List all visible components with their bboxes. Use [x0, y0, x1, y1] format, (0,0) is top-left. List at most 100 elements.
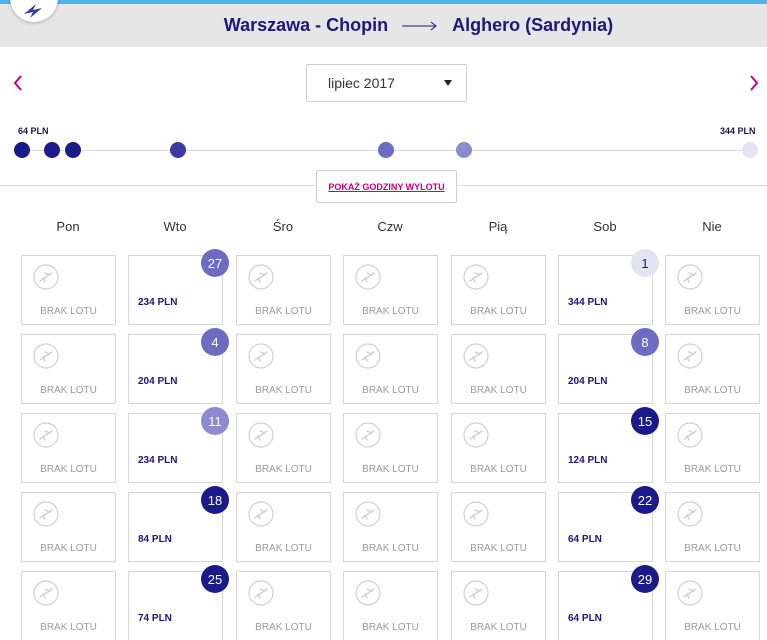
no-flight-label: BRAK LOTU	[255, 385, 312, 396]
no-flight-cell: BRAK LOTU	[665, 255, 760, 325]
flight-price: 344 PLN	[568, 297, 608, 308]
no-flight-label: BRAK LOTU	[40, 622, 97, 633]
no-flight-label: BRAK LOTU	[40, 385, 97, 396]
plane-icon	[463, 422, 489, 448]
plane-icon	[33, 580, 59, 606]
no-flight-label: BRAK LOTU	[684, 464, 741, 475]
weekday-wed: Śro	[272, 219, 294, 234]
plane-icon	[355, 343, 381, 369]
flight-price: 74 PLN	[138, 613, 172, 624]
no-flight-cell: BRAK LOTU	[343, 255, 438, 325]
caret-down-icon	[444, 80, 452, 86]
price-dot	[378, 142, 394, 158]
previous-month-button[interactable]	[8, 70, 28, 96]
price-dot	[742, 142, 758, 158]
plane-icon	[33, 501, 59, 527]
no-flight-label: BRAK LOTU	[255, 622, 312, 633]
no-flight-cell: BRAK LOTU	[236, 334, 331, 404]
flight-price: 234 PLN	[138, 297, 178, 308]
route-arrow-icon	[402, 21, 437, 30]
chevron-right-icon	[750, 75, 759, 91]
flight-price: 84 PLN	[138, 534, 172, 545]
plane-icon	[677, 580, 703, 606]
month-select[interactable]: lipiec 2017	[306, 64, 467, 102]
plane-icon	[33, 264, 59, 290]
no-flight-cell: BRAK LOTU	[21, 413, 116, 483]
price-dot	[44, 142, 60, 158]
no-flight-cell: BRAK LOTU	[21, 492, 116, 562]
no-flight-label: BRAK LOTU	[362, 306, 419, 317]
plane-icon	[248, 264, 274, 290]
flight-price: 124 PLN	[568, 455, 608, 466]
plane-icon	[463, 580, 489, 606]
plane-icon	[248, 343, 274, 369]
no-flight-label: BRAK LOTU	[40, 306, 97, 317]
day-number-badge: 1	[631, 249, 659, 277]
no-flight-label: BRAK LOTU	[684, 306, 741, 317]
day-number-badge: 22	[631, 486, 659, 514]
no-flight-cell: BRAK LOTU	[343, 571, 438, 640]
plane-icon	[355, 580, 381, 606]
no-flight-cell: BRAK LOTU	[665, 334, 760, 404]
no-flight-cell: BRAK LOTU	[451, 334, 546, 404]
weekday-tue: Wto	[163, 219, 187, 234]
plane-icon	[463, 264, 489, 290]
no-flight-label: BRAK LOTU	[470, 543, 527, 554]
no-flight-cell: BRAK LOTU	[451, 492, 546, 562]
no-flight-cell: BRAK LOTU	[343, 334, 438, 404]
no-flight-cell: BRAK LOTU	[451, 413, 546, 483]
no-flight-cell: BRAK LOTU	[21, 255, 116, 325]
price-dot	[456, 142, 472, 158]
day-number-badge: 15	[631, 407, 659, 435]
plane-icon	[248, 580, 274, 606]
weekday-mon: Pon	[56, 219, 80, 234]
destination-label: Alghero (Sardynia)	[452, 15, 614, 35]
no-flight-cell: BRAK LOTU	[665, 492, 760, 562]
no-flight-cell: BRAK LOTU	[21, 571, 116, 640]
no-flight-label: BRAK LOTU	[362, 385, 419, 396]
no-flight-cell: BRAK LOTU	[343, 413, 438, 483]
flight-price: 204 PLN	[568, 376, 608, 387]
no-flight-cell: BRAK LOTU	[236, 571, 331, 640]
weekday-fri: Pią	[488, 219, 508, 234]
no-flight-label: BRAK LOTU	[255, 464, 312, 475]
no-flight-label: BRAK LOTU	[362, 543, 419, 554]
next-month-button[interactable]	[744, 70, 764, 96]
plane-icon	[355, 501, 381, 527]
no-flight-label: BRAK LOTU	[470, 464, 527, 475]
no-flight-cell: BRAK LOTU	[236, 492, 331, 562]
plane-icon	[355, 264, 381, 290]
no-flight-label: BRAK LOTU	[684, 543, 741, 554]
plane-icon	[33, 422, 59, 448]
plane-icon	[677, 422, 703, 448]
plane-icon	[677, 264, 703, 290]
plane-icon	[463, 343, 489, 369]
day-number-badge: 27	[201, 249, 229, 277]
plane-icon	[355, 422, 381, 448]
no-flight-label: BRAK LOTU	[684, 385, 741, 396]
price-dot	[14, 142, 30, 158]
no-flight-label: BRAK LOTU	[470, 306, 527, 317]
plane-icon	[248, 422, 274, 448]
no-flight-label: BRAK LOTU	[362, 464, 419, 475]
no-flight-label: BRAK LOTU	[40, 543, 97, 554]
plane-icon	[677, 501, 703, 527]
day-number-badge: 8	[631, 328, 659, 356]
origin-label: Warszawa - Chopin	[223, 15, 389, 35]
no-flight-cell: BRAK LOTU	[21, 334, 116, 404]
plane-icon	[677, 343, 703, 369]
no-flight-label: BRAK LOTU	[362, 622, 419, 633]
chevron-left-icon	[13, 75, 22, 91]
no-flight-label: BRAK LOTU	[255, 543, 312, 554]
weekday-sat: Sob	[593, 219, 617, 234]
no-flight-cell: BRAK LOTU	[343, 492, 438, 562]
no-flight-cell: BRAK LOTU	[451, 255, 546, 325]
flight-price: 64 PLN	[568, 534, 602, 545]
no-flight-label: BRAK LOTU	[40, 464, 97, 475]
show-times-button[interactable]: POKAŻ GODZINY WYLOTU	[316, 170, 457, 203]
plane-icon	[248, 501, 274, 527]
no-flight-cell: BRAK LOTU	[451, 571, 546, 640]
weekday-sun: Nie	[702, 219, 722, 234]
flight-price: 204 PLN	[138, 376, 178, 387]
day-number-badge: 25	[201, 565, 229, 593]
